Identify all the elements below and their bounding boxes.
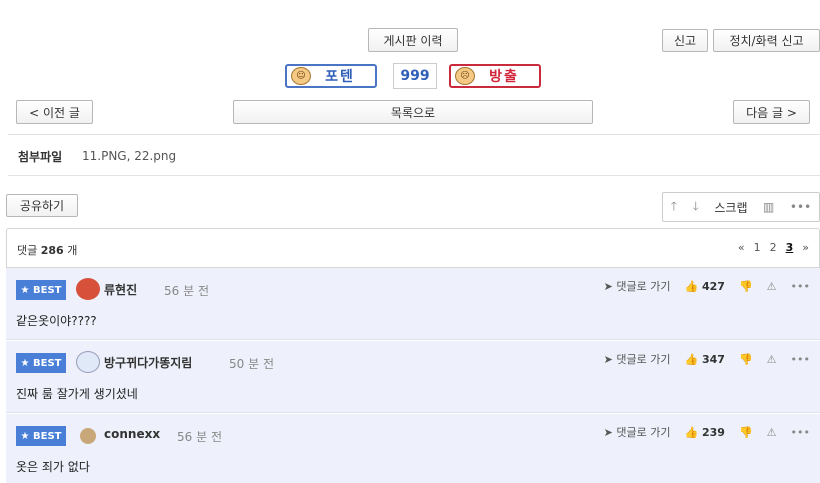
thumbs-down-face-icon: ☹: [455, 67, 475, 85]
comment-actions: ➤ 댓글로 가기 👍 347 👎 ⚠ •••: [604, 351, 810, 367]
pager-page-1[interactable]: 1: [754, 241, 761, 254]
more-icon[interactable]: •••: [791, 426, 810, 439]
divider: [8, 134, 820, 135]
dislike-icon[interactable]: 👎: [739, 426, 753, 439]
arrow-down-icon[interactable]: 🡓: [693, 197, 699, 218]
like-button[interactable]: 👍 427: [684, 280, 725, 293]
scrap-button[interactable]: 스크랩: [714, 199, 747, 216]
upvote-label: 포텐: [325, 69, 355, 85]
like-button[interactable]: 👍 239: [684, 426, 725, 439]
prev-post-button[interactable]: < 이전 글: [16, 100, 93, 124]
best-badge: ★ BEST: [16, 426, 66, 446]
comment-time: 56 분 전: [177, 430, 222, 444]
report-warning-icon[interactable]: ⚠: [767, 426, 777, 439]
pager-prev-icon[interactable]: «: [738, 241, 745, 254]
vote-count: 999: [393, 63, 437, 89]
comment-author[interactable]: connexx: [104, 427, 160, 441]
report-warning-icon[interactable]: ⚠: [767, 280, 777, 293]
comment-item: ★ BEST connexx 56 분 전 ➤ 댓글로 가기 👍 239 👎 ⚠…: [6, 414, 820, 483]
comments-header: 댓글 286 개 « 1 2 3 »: [6, 228, 820, 268]
comment-item: ★ BEST 류현진 56 분 전 ➤ 댓글로 가기 👍 427 👎 ⚠ •••…: [6, 268, 820, 340]
avatar[interactable]: [80, 428, 96, 444]
comment-count-suffix: 개: [67, 244, 78, 257]
more-icon[interactable]: •••: [790, 200, 811, 214]
downvote-label: 방출: [489, 69, 519, 85]
avatar[interactable]: [76, 351, 100, 373]
comment-item: ★ BEST 방구뀌다가똥지림 50 분 전 ➤ 댓글로 가기 👍 347 👎 …: [6, 341, 820, 413]
post-toolbar: 🡑 🡓 스크랩 ▥ •••: [662, 192, 820, 222]
upvote-button[interactable]: ☺ 포텐: [285, 64, 377, 88]
report-warning-icon[interactable]: ⚠: [767, 353, 777, 366]
arrow-up-icon[interactable]: 🡑: [671, 197, 677, 218]
comment-count-value: 286: [40, 244, 64, 257]
comment-body: 진짜 룸 잘가게 생기셨네: [16, 387, 138, 401]
pager-page-3[interactable]: 3: [786, 241, 794, 254]
report-button[interactable]: 신고: [662, 29, 708, 52]
dislike-icon[interactable]: 👎: [739, 280, 753, 293]
comment-pager: « 1 2 3 »: [738, 241, 809, 254]
attachments-label: 첨부파일: [18, 150, 63, 164]
best-badge: ★ BEST: [16, 353, 66, 373]
comment-actions: ➤ 댓글로 가기 👍 427 👎 ⚠ •••: [604, 278, 810, 294]
more-icon[interactable]: •••: [791, 353, 810, 366]
dislike-icon[interactable]: 👎: [739, 353, 753, 366]
comment-body: 같은옷이야????: [16, 314, 97, 328]
comment-time: 56 분 전: [164, 284, 209, 298]
pager-page-2[interactable]: 2: [770, 241, 777, 254]
comment-author[interactable]: 방구뀌다가똥지림: [104, 354, 192, 371]
stats-icon[interactable]: ▥: [763, 200, 774, 214]
back-to-list-button[interactable]: 목록으로: [233, 100, 593, 124]
go-to-comment-link[interactable]: ➤ 댓글로 가기: [604, 278, 671, 294]
go-to-comment-link[interactable]: ➤ 댓글로 가기: [604, 424, 671, 440]
political-report-button[interactable]: 정치/화력 신고: [713, 29, 820, 52]
comment-body: 옷은 죄가 없다: [16, 460, 90, 474]
board-history-button[interactable]: 게시판 이력: [368, 28, 458, 52]
divider: [8, 175, 820, 176]
more-icon[interactable]: •••: [791, 280, 810, 293]
comment-count-prefix: 댓글: [17, 244, 38, 257]
comment-time: 50 분 전: [229, 357, 274, 371]
go-to-comment-link[interactable]: ➤ 댓글로 가기: [604, 351, 671, 367]
avatar[interactable]: [76, 278, 100, 300]
pager-next-icon[interactable]: »: [802, 241, 809, 254]
next-post-button[interactable]: 다음 글 >: [733, 100, 810, 124]
thumbs-up-face-icon: ☺: [291, 67, 311, 85]
best-badge: ★ BEST: [16, 280, 66, 300]
attachment-files[interactable]: 11.PNG, 22.png: [82, 149, 176, 163]
comment-author[interactable]: 류현진: [104, 281, 137, 298]
comment-count: 댓글 286 개: [17, 242, 77, 258]
downvote-button[interactable]: ☹ 방출: [449, 64, 541, 88]
like-button[interactable]: 👍 347: [684, 353, 725, 366]
comment-actions: ➤ 댓글로 가기 👍 239 👎 ⚠ •••: [604, 424, 810, 440]
share-button[interactable]: 공유하기: [6, 194, 78, 217]
